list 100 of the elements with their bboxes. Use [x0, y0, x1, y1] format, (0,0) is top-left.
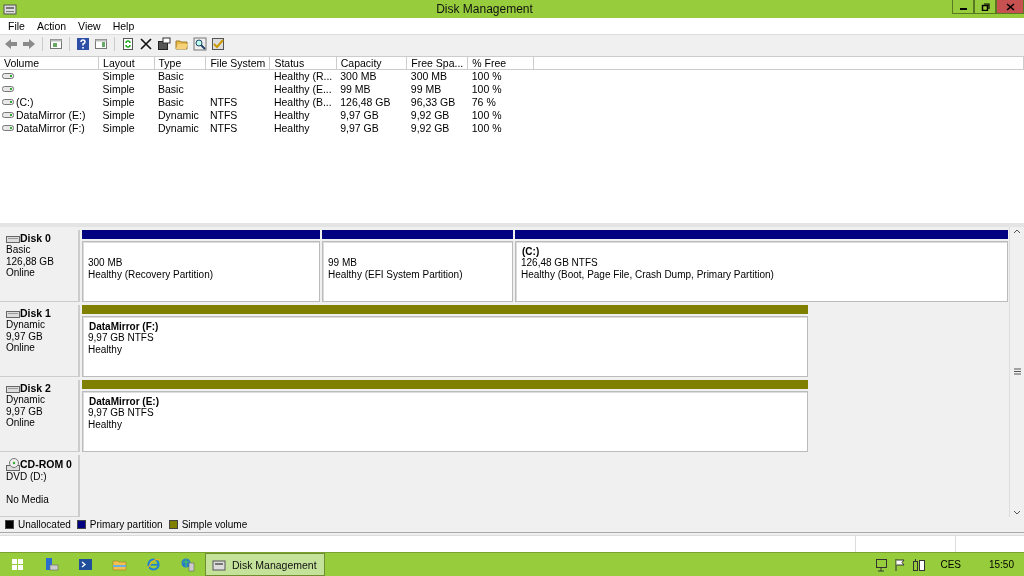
maximize-button[interactable] [974, 0, 996, 14]
grip-icon[interactable] [1013, 368, 1021, 376]
table-cell: Basic [158, 82, 184, 95]
table-cell: 9,92 GB [410, 108, 450, 121]
menu-item[interactable]: Help [106, 19, 141, 32]
column-header[interactable]: % Free [467, 56, 533, 70]
drive-icon [2, 84, 14, 95]
table-cell: 100 % [471, 82, 502, 95]
column-header[interactable]: Layout [98, 56, 155, 70]
table-cell: NTFS [209, 121, 238, 134]
column-header[interactable]: Volume [0, 56, 99, 70]
table-cell: (C:) [16, 95, 34, 109]
table-cell: NTFS [209, 95, 238, 108]
column-header[interactable]: Type [154, 56, 206, 70]
disk-type: Dynamic [6, 319, 46, 331]
flag-icon[interactable] [894, 557, 907, 572]
cd-drive-icon [6, 457, 20, 471]
language-indicator[interactable]: CES [940, 559, 961, 570]
legend-label: Primary partition [89, 519, 163, 531]
column-header[interactable]: Capacity [336, 56, 407, 70]
disk-size: 9,97 GB [6, 405, 44, 418]
legend-label: Unallocated [18, 519, 71, 531]
partition-box[interactable]: DataMirror (E:) 9,97 GB NTFS Healthy [82, 390, 808, 452]
minimize-button[interactable] [952, 0, 974, 14]
partition-size: 126,48 GB NTFS [521, 257, 599, 269]
disk-name: CD-ROM 0 [20, 459, 72, 471]
monitor-icon[interactable] [875, 557, 889, 572]
menu-item[interactable]: Action [30, 19, 73, 32]
window-title: Disk Management [435, 2, 534, 16]
table-cell: Healthy [273, 121, 310, 134]
partition-box[interactable]: 99 MB Healthy (EFI System Partition) [322, 240, 513, 302]
partition-status: Healthy (EFI System Partition) [328, 268, 464, 281]
table-cell: NTFS [209, 108, 238, 121]
disk-type: DVD (D:) [6, 470, 48, 483]
delete-icon[interactable] [139, 37, 153, 52]
table-cell: Dynamic [158, 121, 199, 134]
maximize-icon [980, 2, 990, 11]
table-cell: 300 MB [410, 69, 447, 82]
disk-name: Disk 0 [20, 232, 51, 245]
table-cell: Simple [102, 95, 135, 108]
drive-icon [2, 110, 14, 121]
terminal-icon[interactable] [77, 557, 93, 572]
partition-status: Healthy (Boot, Page File, Crash Dump, Primary Partition) [521, 268, 775, 281]
close-button[interactable] [996, 0, 1024, 14]
start-icon[interactable] [9, 557, 25, 572]
menu-item[interactable]: View [72, 19, 107, 32]
console-tree-icon[interactable] [49, 37, 63, 52]
app-icon [3, 2, 17, 16]
table-cell: Basic [158, 69, 184, 82]
table-cell: 126,48 GB [340, 95, 391, 108]
forward-arrow-icon[interactable] [22, 37, 36, 52]
disk-type: Dynamic [6, 394, 46, 406]
column-header[interactable]: Status [269, 56, 337, 70]
disk-status: Online [6, 267, 36, 279]
partition-size: 300 MB [88, 257, 124, 269]
checklist-icon[interactable] [211, 37, 225, 52]
partition-status: Healthy [88, 343, 123, 356]
table-cell: 99 MB [340, 82, 371, 95]
partition-size: 99 MB [328, 257, 358, 269]
refresh-icon[interactable] [121, 37, 135, 52]
drive-icon [2, 97, 14, 108]
partition-title: DataMirror (F:) [88, 320, 160, 333]
disk-status: Online [6, 417, 36, 429]
table-cell: 76 % [471, 95, 496, 108]
legend-label: Simple volume [181, 519, 248, 531]
table-cell: DataMirror (E:) [16, 108, 86, 122]
partition-box[interactable]: 300 MB Healthy (Recovery Partition) [82, 240, 320, 302]
table-cell: DataMirror (F:) [16, 121, 85, 135]
partition-box[interactable]: DataMirror (F:) 9,97 GB NTFS Healthy [82, 315, 808, 377]
table-cell: 9,92 GB [410, 121, 450, 134]
table-cell: Simple [102, 121, 135, 134]
menu-item[interactable]: File [2, 19, 31, 32]
scrollbar[interactable] [1009, 226, 1024, 518]
disk-size: 126,88 GB [6, 255, 55, 268]
drive-icon [2, 123, 14, 134]
drive-icon [2, 71, 14, 82]
partition-size: 9,97 GB NTFS [88, 332, 155, 344]
network-globe-icon[interactable] [179, 557, 195, 572]
taskbar-button[interactable]: Disk Management [205, 553, 325, 576]
column-header[interactable]: File System [205, 56, 270, 70]
action-pane-icon[interactable] [94, 37, 108, 52]
back-arrow-icon[interactable] [4, 37, 18, 52]
partition-box[interactable]: (C:) 126,48 GB NTFS Healthy (Boot, Page File, Crash Dump, Primary Partition) [515, 240, 1008, 302]
table-cell: 9,97 GB [340, 121, 379, 134]
table-cell: Healthy (B... [273, 95, 332, 108]
help-icon[interactable] [76, 37, 90, 52]
table-cell: 100 % [471, 69, 502, 82]
table-cell: Basic [158, 95, 184, 108]
table-cell: 9,97 GB [340, 108, 379, 121]
table-cell: 100 % [471, 108, 502, 121]
column-header[interactable]: Free Spa... [406, 56, 468, 70]
table-cell: Healthy [273, 108, 310, 121]
table-cell: Healthy (E... [273, 82, 332, 95]
partition-status: Healthy [88, 418, 123, 431]
clock[interactable]: 15:50 [988, 559, 1014, 570]
properties-icon[interactable] [157, 37, 171, 52]
disk-status: Online [6, 342, 36, 354]
search-icon[interactable] [193, 37, 207, 52]
table-cell: 100 % [471, 121, 502, 134]
disk-type: Basic [6, 244, 32, 256]
